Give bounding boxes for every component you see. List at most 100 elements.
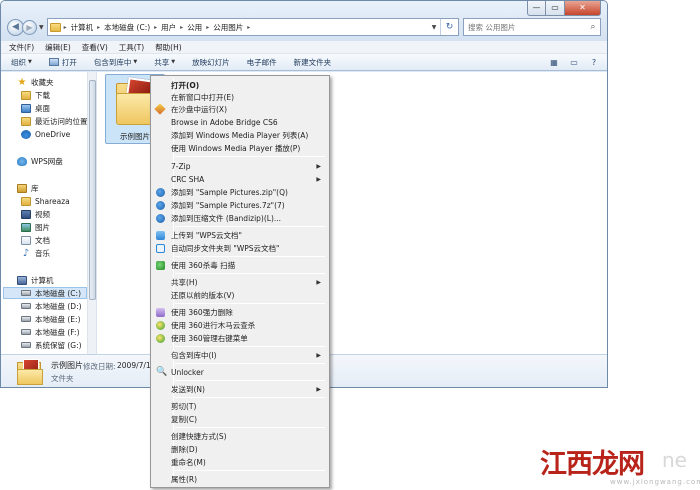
crumb-separator[interactable]: ▸ [180,24,183,31]
nav-drive-f[interactable]: 本地磁盘 (F:) [21,326,80,338]
breadcrumb-public-pictures[interactable]: 公用图片 [213,22,243,33]
crumb-separator[interactable]: ▸ [247,24,250,31]
open-icon [48,58,59,66]
nav-documents[interactable]: 文档 [21,234,50,246]
ctx-send-to[interactable]: 发送到(N) ▶ [153,383,327,395]
ctx-360-delete[interactable]: 使用 360强力删除 [153,306,327,318]
preview-pane-icon[interactable]: ▭ [567,57,581,68]
ctx-add-bandizip[interactable]: 添加到压缩文件 (Bandizip)(L)... [153,212,327,224]
ctx-share[interactable]: 共享(H) ▶ [153,276,327,288]
ctx-wps-upload[interactable]: 上传到 "WPS云文档" [153,229,327,241]
ctx-copy[interactable]: 复制(C) [153,413,327,425]
minimize-button[interactable]: — [527,1,546,16]
ctx-7zip[interactable]: 7-Zip ▶ [153,160,327,172]
nav-computer[interactable]: 计算机 [17,274,54,286]
open-button[interactable]: 打开 [48,57,77,68]
organize-button[interactable]: 组织 ▼ [11,57,32,68]
search-icon[interactable]: ⌕ [586,22,600,32]
crumb-separator[interactable]: ▸ [154,24,157,31]
window-controls: — ▭ ✕ [527,1,601,16]
nav-shareaza[interactable]: Shareaza [21,195,70,207]
menu-file[interactable]: 文件(F) [9,42,34,53]
ctx-wmp-add[interactable]: 添加到 Windows Media Player 列表(A) [153,129,327,141]
nav-drive-d[interactable]: 本地磁盘 (D:) [21,300,82,312]
slideshow-button[interactable]: 放映幻灯片 [192,57,230,68]
ctx-360-menu[interactable]: 使用 360管理右键菜单 [153,332,327,344]
drive-icon [21,290,31,296]
nav-libraries[interactable]: 库 [17,182,39,194]
ctx-unlocker[interactable]: 🔍 Unlocker [153,366,327,378]
nav-recent[interactable]: 最近访问的位置 [21,115,88,127]
maximize-button[interactable]: ▭ [546,1,565,16]
close-button[interactable]: ✕ [565,1,601,16]
breadcrumb-public[interactable]: 公用 [187,22,202,33]
ctx-restore-versions[interactable]: 还原以前的版本(V) [153,289,327,301]
nav-label: 计算机 [31,275,54,285]
ctx-label: 重命名(M) [171,457,206,467]
ctx-cut[interactable]: 剪切(T) [153,400,327,412]
navigation-pane: ★ 收藏夹 下载 桌面 最近访问的位置 OneDrive WPS网盘 库 Shar… [1,72,97,354]
new-folder-button[interactable]: 新建文件夹 [294,57,332,68]
organize-label: 组织 [11,57,26,67]
recent-pages-dropdown[interactable]: ▼ [39,24,44,31]
ctx-360-trojan[interactable]: 使用 360进行木马云查杀 [153,319,327,331]
ctx-create-shortcut[interactable]: 创建快捷方式(S) [153,430,327,442]
crumb-separator[interactable]: ▸ [97,24,100,31]
nav-pictures[interactable]: 图片 [21,221,50,233]
ctx-label: Browse in Adobe Bridge CS6 [171,117,278,127]
nav-desktop[interactable]: 桌面 [21,102,50,114]
breadcrumb-drive-c[interactable]: 本地磁盘 (C:) [104,22,150,33]
address-bar[interactable]: ▸ 计算机 ▸ 本地磁盘 (C:) ▸ 用户 ▸ 公用 ▸ 公用图片 ▸ ▼ ↻ [46,18,459,36]
refresh-icon[interactable]: ↻ [440,19,458,35]
ctx-label: 使用 360进行木马云查杀 [171,320,256,330]
breadcrumb-users[interactable]: 用户 [161,22,176,33]
ctx-include-library[interactable]: 包含到库中(I) ▶ [153,349,327,361]
menu-tools[interactable]: 工具(T) [119,42,144,53]
crumb-separator[interactable]: ▸ [206,24,209,31]
nav-label: 视频 [35,209,50,219]
crumb-separator[interactable]: ▸ [64,24,67,31]
email-button[interactable]: 电子邮件 [247,57,277,68]
nav-drive-g[interactable]: 系统保留 (G:) [21,339,82,351]
nav-videos[interactable]: 视频 [21,208,50,220]
onedrive-icon [21,129,31,139]
share-button[interactable]: 共享 ▼ [154,57,175,68]
nav-onedrive[interactable]: OneDrive [21,128,70,140]
ctx-properties[interactable]: 属性(R) [153,473,327,485]
address-dropdown-icon[interactable]: ▼ [428,24,440,31]
nav-drive-e[interactable]: 本地磁盘 (E:) [21,313,81,325]
ctx-crc-sha[interactable]: CRC SHA ▶ [153,173,327,185]
help-icon[interactable]: ? [587,57,601,68]
scrollbar-thumb[interactable] [89,80,96,300]
ctx-360-scan[interactable]: 使用 360杀毒 扫描 [153,259,327,271]
ctx-wps-sync[interactable]: 自动同步文件夹到 "WPS云文档" [153,242,327,254]
nav-drive-c[interactable]: 本地磁盘 (C:) [21,287,81,299]
menu-view[interactable]: 查看(V) [82,42,108,53]
breadcrumb-computer[interactable]: 计算机 [71,22,94,33]
search-input[interactable] [468,22,586,32]
menu-edit[interactable]: 编辑(E) [45,42,71,53]
forward-button[interactable]: ▶ [22,19,37,35]
nav-downloads[interactable]: 下载 [21,89,50,101]
ctx-add-zip[interactable]: 添加到 "Sample Pictures.zip"(Q) [153,186,327,198]
ctx-adobe-bridge[interactable]: Browse in Adobe Bridge CS6 [153,116,327,128]
ctx-add-7z[interactable]: 添加到 "Sample Pictures.7z"(7) [153,199,327,211]
search-box[interactable]: ⌕ [463,18,601,36]
nav-scrollbar[interactable] [87,72,96,354]
ctx-delete[interactable]: 删除(D) [153,443,327,455]
nav-music[interactable]: ♪ 音乐 [21,247,50,259]
documents-icon [21,235,31,245]
ctx-run-sandbox[interactable]: 在沙盘中运行(X) [153,103,327,115]
menu-separator [175,363,325,364]
ctx-open[interactable]: 打开(O) [153,79,327,91]
nav-wps-drive[interactable]: WPS网盘 [17,155,63,167]
ctx-rename[interactable]: 重命名(M) [153,456,327,468]
include-library-button[interactable]: 包含到库中 ▼ [94,57,137,68]
nav-favorites[interactable]: ★ 收藏夹 [17,76,54,88]
view-options-icon[interactable]: ▦ [547,57,561,68]
menu-help[interactable]: 帮助(H) [155,42,182,53]
submenu-arrow-icon: ▶ [316,175,321,183]
ctx-open-new-window[interactable]: 在新窗口中打开(E) [153,91,327,103]
menu-separator [175,427,325,428]
ctx-wmp-play[interactable]: 使用 Windows Media Player 播放(P) [153,142,327,154]
